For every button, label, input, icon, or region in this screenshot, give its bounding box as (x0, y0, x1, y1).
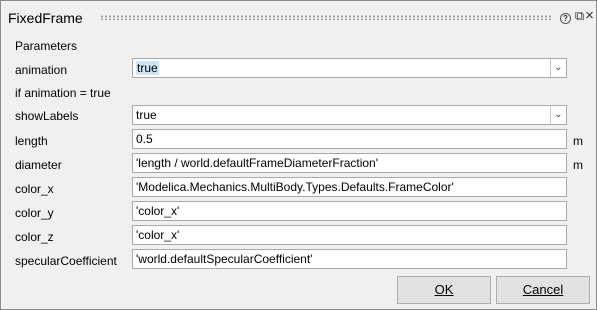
cancel-button[interactable]: Cancel (496, 276, 590, 304)
parameters-heading: Parameters (15, 39, 78, 53)
length-field[interactable]: 0.5 (132, 129, 567, 149)
cancel-button-label: Cancel (522, 282, 564, 297)
length-label: length (15, 134, 48, 148)
diameter-label: diameter (15, 158, 62, 172)
dialog-window: FixedFrame ? ⧉ × Parameters animation tr… (0, 0, 597, 310)
showlabels-value: true (136, 108, 157, 122)
help-icon[interactable]: ? (560, 13, 571, 24)
if-animation-heading: if animation = true (15, 86, 111, 100)
chevron-down-icon[interactable]: ⌄ (550, 106, 566, 124)
close-icon[interactable]: × (582, 8, 597, 23)
length-unit: m (573, 134, 583, 148)
ok-button[interactable]: OK (397, 276, 491, 304)
diameter-unit: m (573, 158, 583, 172)
window-title: FixedFrame (8, 10, 83, 26)
drag-grip[interactable] (100, 15, 553, 20)
chevron-down-icon[interactable]: ⌄ (550, 59, 566, 77)
specular-coefficient-field[interactable]: 'world.defaultSpecularCoefficient' (132, 249, 567, 269)
color-z-label: color_z (15, 230, 54, 244)
color-z-field[interactable]: 'color_x' (132, 225, 567, 245)
diameter-value: 'length / world.defaultFrameDiameterFrac… (136, 156, 379, 170)
color-y-label: color_y (15, 206, 54, 220)
animation-label: animation (15, 63, 68, 77)
animation-combo[interactable]: true ⌄ (132, 58, 567, 78)
color-x-value: 'Modelica.Mechanics.MultiBody.Types.Defa… (136, 180, 454, 194)
showlabels-label: showLabels (15, 109, 79, 123)
color-y-field[interactable]: 'color_x' (132, 201, 567, 221)
color-z-value: 'color_x' (136, 228, 180, 242)
ok-button-label: OK (434, 282, 454, 297)
specular-coefficient-label: specularCoefficient (15, 254, 117, 268)
length-value: 0.5 (136, 132, 153, 146)
title-bar[interactable]: FixedFrame ? ⧉ × (1, 1, 596, 35)
animation-value: true (136, 61, 159, 75)
showlabels-combo[interactable]: true ⌄ (132, 105, 567, 125)
color-y-value: 'color_x' (136, 204, 180, 218)
color-x-label: color_x (15, 182, 54, 196)
specular-coefficient-value: 'world.defaultSpecularCoefficient' (136, 252, 313, 266)
diameter-field[interactable]: 'length / world.defaultFrameDiameterFrac… (132, 153, 567, 173)
color-x-field[interactable]: 'Modelica.Mechanics.MultiBody.Types.Defa… (132, 177, 567, 197)
